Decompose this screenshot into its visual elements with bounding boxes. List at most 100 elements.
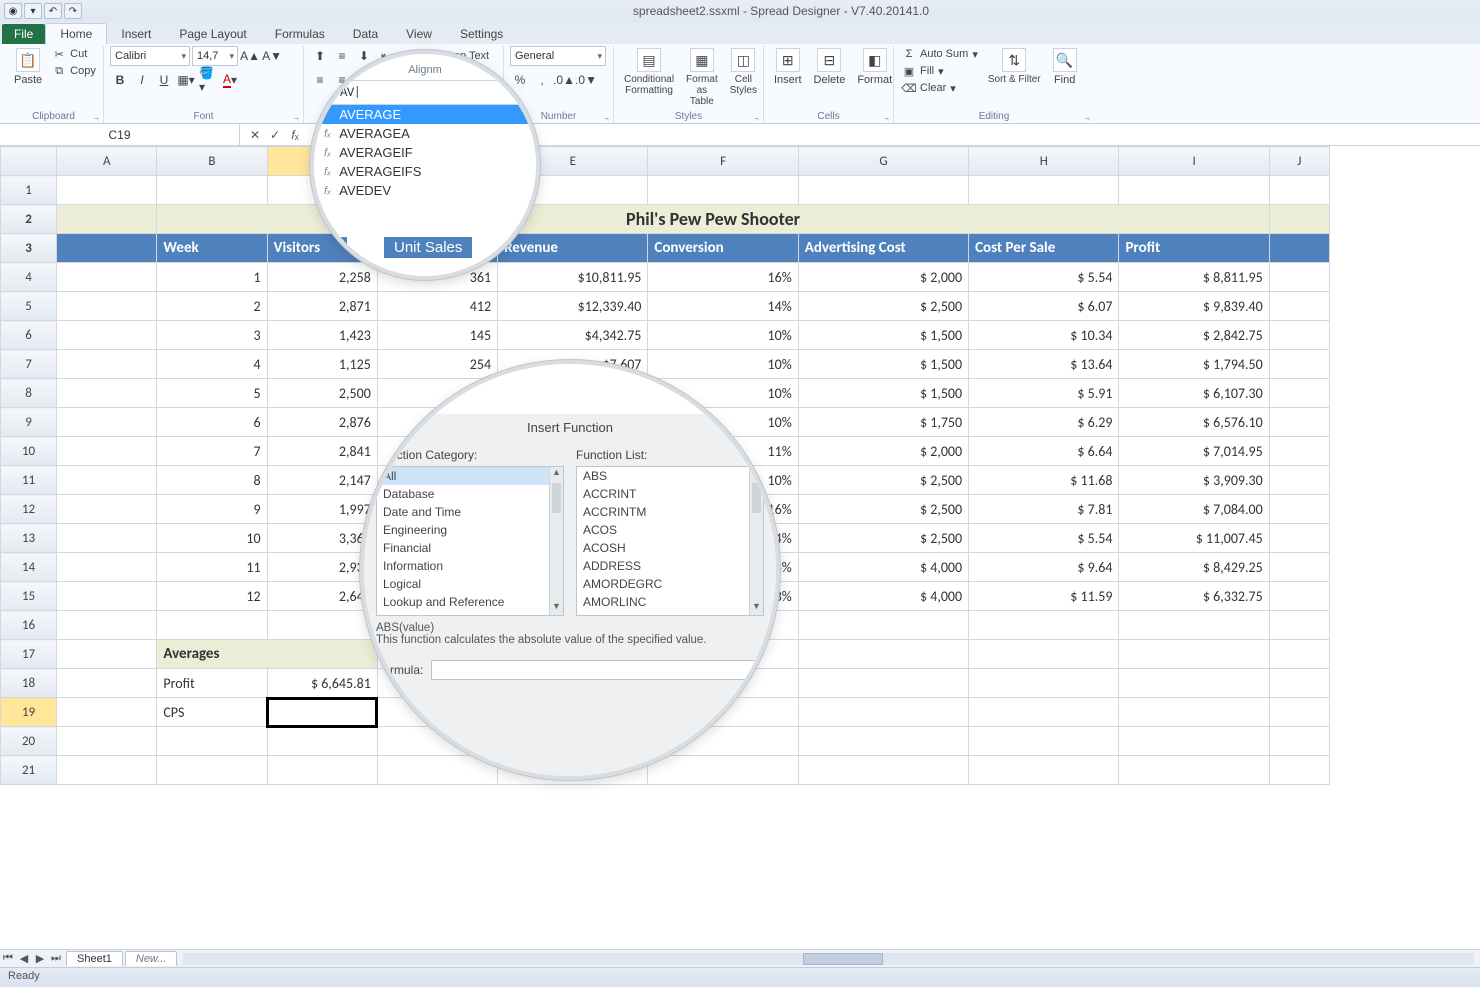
- category-listbox[interactable]: AllDatabaseDate and TimeEngineeringFinan…: [376, 466, 564, 616]
- cell[interactable]: 6: [157, 408, 267, 437]
- cell[interactable]: 9: [157, 495, 267, 524]
- cell[interactable]: $ 1,794.50: [1119, 350, 1269, 379]
- cell[interactable]: $ 2,842.75: [1119, 321, 1269, 350]
- cell[interactable]: $ 5.54: [969, 263, 1119, 292]
- tab-formulas[interactable]: Formulas: [261, 24, 339, 44]
- italic-button[interactable]: I: [132, 70, 152, 90]
- col-B[interactable]: B: [157, 147, 267, 176]
- function-item[interactable]: ADDRESS: [577, 557, 763, 575]
- col-J[interactable]: J: [1269, 147, 1329, 176]
- scrollbar[interactable]: ▲▼: [549, 467, 563, 615]
- active-cell[interactable]: [267, 698, 377, 727]
- cell[interactable]: 12: [157, 582, 267, 611]
- fx-icon[interactable]: fₓ: [286, 128, 304, 142]
- function-item[interactable]: AND: [577, 611, 763, 616]
- cell[interactable]: $ 6,576.10: [1119, 408, 1269, 437]
- cell[interactable]: $ 11,007.45: [1119, 524, 1269, 553]
- col-G[interactable]: G: [798, 147, 968, 176]
- cell[interactable]: 1: [157, 263, 267, 292]
- cell[interactable]: $ 2,000: [798, 437, 968, 466]
- tab-file[interactable]: File: [2, 24, 45, 44]
- category-item[interactable]: Financial: [377, 539, 563, 557]
- scrollbar[interactable]: ▲▼: [749, 467, 763, 615]
- sheet-tab-1[interactable]: Sheet1: [66, 951, 123, 966]
- tab-home[interactable]: Home: [45, 23, 107, 44]
- cell[interactable]: 5: [157, 379, 267, 408]
- cancel-formula-icon[interactable]: ✕: [246, 128, 264, 142]
- cell[interactable]: $ 2,000: [798, 263, 968, 292]
- col-A[interactable]: A: [57, 147, 157, 176]
- cell[interactable]: 1,125: [267, 350, 377, 379]
- cell[interactable]: $ 2,500: [798, 466, 968, 495]
- undo-icon[interactable]: ↶: [44, 3, 62, 19]
- category-item[interactable]: Logical: [377, 575, 563, 593]
- function-item[interactable]: ACCRINTM: [577, 503, 763, 521]
- underline-button[interactable]: U: [154, 70, 174, 90]
- cell[interactable]: 10: [157, 524, 267, 553]
- cell[interactable]: 2,876: [267, 408, 377, 437]
- select-all-corner[interactable]: [1, 147, 57, 176]
- cell[interactable]: $ 6.64: [969, 437, 1119, 466]
- find-button[interactable]: 🔍Find: [1049, 46, 1081, 88]
- suggestion-item[interactable]: fₓAVERAGEA: [314, 124, 536, 143]
- suggestion-item[interactable]: fₓAVERAGEIFS: [314, 162, 536, 181]
- grow-font-icon[interactable]: A▲: [240, 46, 260, 66]
- next-sheet-icon[interactable]: ▶: [32, 952, 48, 965]
- new-sheet-tab[interactable]: New...: [125, 951, 178, 966]
- cell[interactable]: $ 7,014.95: [1119, 437, 1269, 466]
- cell[interactable]: $ 13.64: [969, 350, 1119, 379]
- cell[interactable]: $ 2,500: [798, 292, 968, 321]
- cell[interactable]: 16%: [648, 263, 798, 292]
- function-listbox[interactable]: ABSACCRINTACCRINTMACOSACOSHADDRESSAMORDE…: [576, 466, 764, 616]
- tab-view[interactable]: View: [392, 24, 446, 44]
- cell[interactable]: 2,147: [267, 466, 377, 495]
- suggestion-item[interactable]: fₓAVERAGE: [314, 105, 536, 124]
- suggestion-item[interactable]: fₓAVEDEV: [314, 181, 536, 200]
- cell[interactable]: $ 11.68: [969, 466, 1119, 495]
- font-name-combo[interactable]: Calibri: [110, 46, 190, 66]
- cell[interactable]: 8: [157, 466, 267, 495]
- cell[interactable]: $ 5.54: [969, 524, 1119, 553]
- category-item[interactable]: Information: [377, 557, 563, 575]
- category-item[interactable]: Database: [377, 485, 563, 503]
- cell[interactable]: 14%: [648, 292, 798, 321]
- formula-typed[interactable]: =AV: [333, 85, 360, 100]
- function-item[interactable]: ABS: [577, 467, 763, 485]
- bold-button[interactable]: B: [110, 70, 130, 90]
- function-item[interactable]: ACCRINT: [577, 485, 763, 503]
- fx-icon[interactable]: fₓ: [320, 85, 329, 100]
- name-box[interactable]: C19: [0, 124, 240, 145]
- prev-sheet-icon[interactable]: ◀: [16, 952, 32, 965]
- format-as-table-button[interactable]: ▦Format as Table: [682, 46, 722, 109]
- cell[interactable]: 2,841: [267, 437, 377, 466]
- category-item[interactable]: Engineering: [377, 521, 563, 539]
- cell[interactable]: $ 9.64: [969, 553, 1119, 582]
- cell-styles-button[interactable]: ◫Cell Styles: [726, 46, 761, 98]
- cell[interactable]: $ 6,107.30: [1119, 379, 1269, 408]
- cell[interactable]: 2,500: [267, 379, 377, 408]
- cell[interactable]: $ 1,500: [798, 350, 968, 379]
- function-item[interactable]: AMORDEGRC: [577, 575, 763, 593]
- shrink-font-icon[interactable]: A▼: [262, 46, 282, 66]
- font-size-combo[interactable]: 14,7: [192, 46, 238, 66]
- col-F[interactable]: F: [648, 147, 798, 176]
- function-item[interactable]: ACOS: [577, 521, 763, 539]
- paste-button[interactable]: 📋Paste: [10, 46, 46, 88]
- format-cells-button[interactable]: ◧Format: [853, 46, 896, 88]
- autosum-button[interactable]: ΣAuto Sum ▾: [900, 46, 980, 62]
- qat-dropdown[interactable]: ▾: [24, 3, 42, 19]
- cell[interactable]: 2,871: [267, 292, 377, 321]
- fill-color-button[interactable]: 🪣▾: [198, 70, 218, 90]
- cell[interactable]: $ 4,000: [798, 582, 968, 611]
- cell[interactable]: $ 11.59: [969, 582, 1119, 611]
- cell[interactable]: $ 2,500: [798, 524, 968, 553]
- cell[interactable]: $ 6.29: [969, 408, 1119, 437]
- delete-cells-button[interactable]: ⊟Delete: [810, 46, 850, 88]
- tab-data[interactable]: Data: [339, 24, 392, 44]
- h-scroll-thumb[interactable]: [803, 953, 883, 965]
- redo-icon[interactable]: ↷: [64, 3, 82, 19]
- formula-suggestions[interactable]: fₓAVERAGEfₓAVERAGEAfₓAVERAGEIFfₓAVERAGEI…: [314, 105, 536, 200]
- cell[interactable]: 145: [377, 321, 497, 350]
- cell[interactable]: 3: [157, 321, 267, 350]
- category-item[interactable]: Lookup and Reference: [377, 593, 563, 611]
